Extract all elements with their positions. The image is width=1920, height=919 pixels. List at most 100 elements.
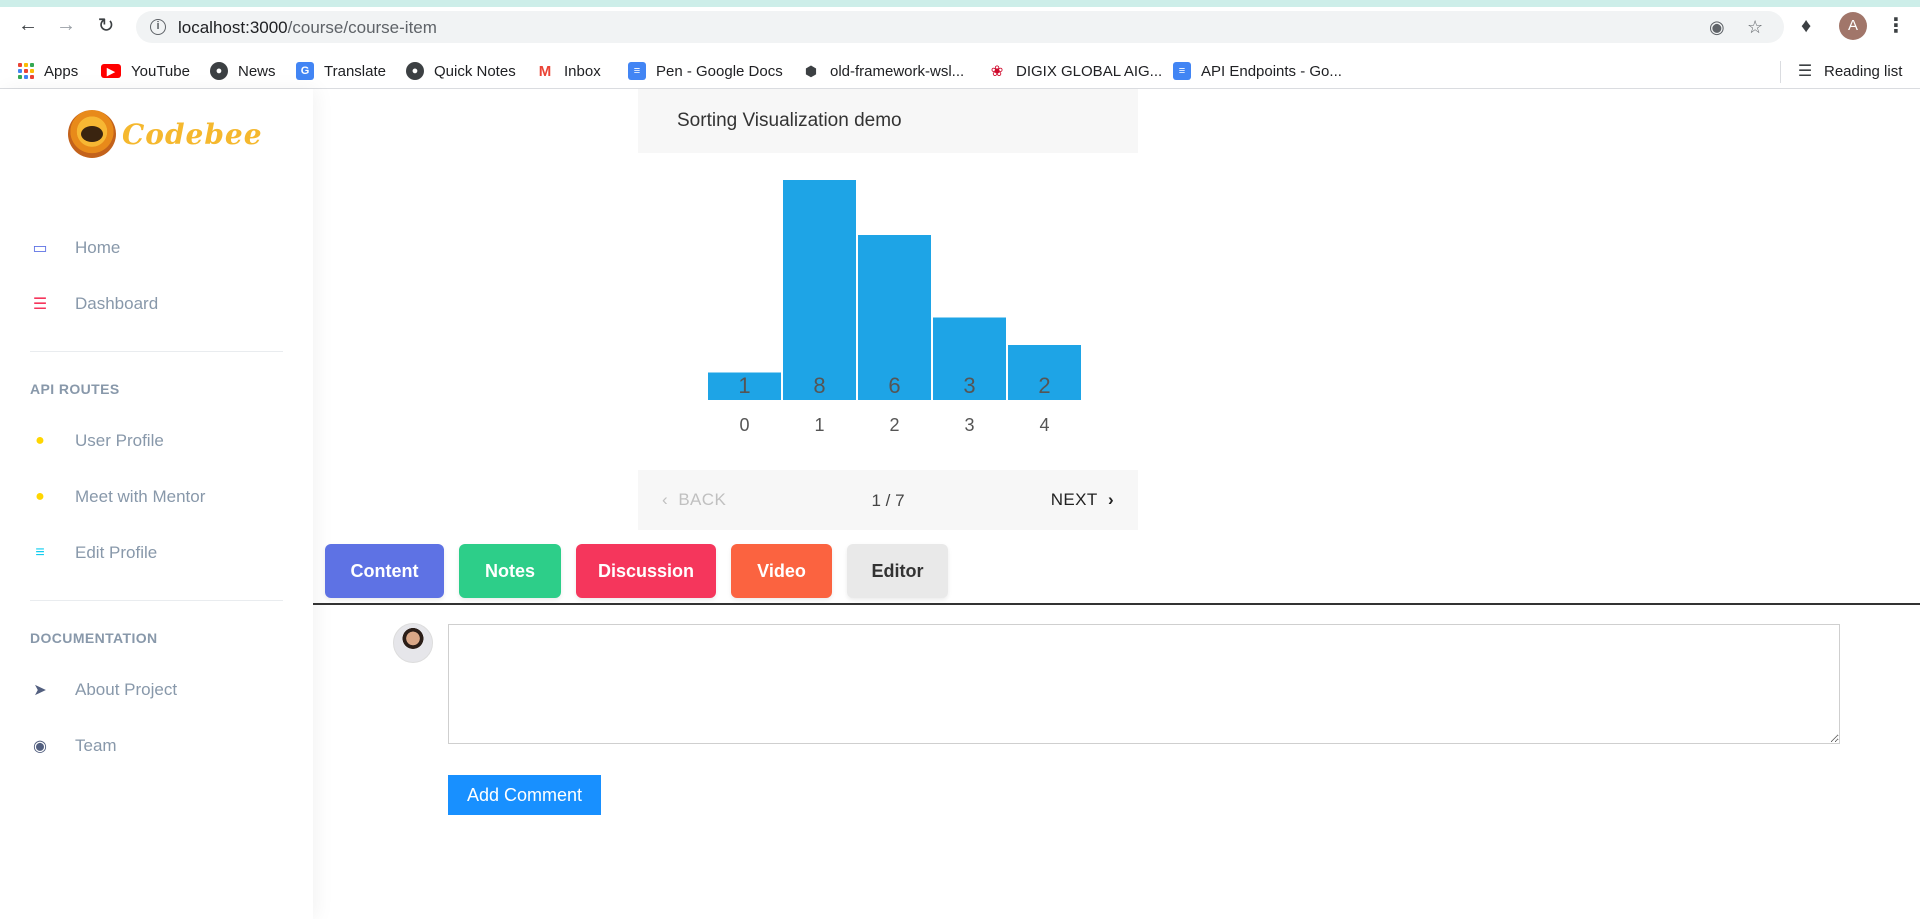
bookmark-pen-docs[interactable]: ≡ Pen - Google Docs [628,59,783,83]
tab-label: Discussion [597,560,695,581]
sidebar-item-label: Home [75,238,121,257]
tab-label: Editor [871,560,924,581]
bookmark-label: Translate [324,62,386,80]
brand-logo[interactable]: Codebee [68,109,263,159]
user-icon: ● [35,432,45,449]
huawei-icon: ❀ [988,62,1006,80]
bookmark-quick-notes[interactable]: ● Quick Notes [406,59,516,83]
user-avatar [393,623,433,663]
step-pager: ‹ BACK 1 / 7 NEXT › [638,470,1138,530]
back-arrow-icon[interactable]: ← [14,11,42,39]
docs-icon: ≡ [1173,62,1191,80]
bookmarks-bar: Apps ▶ YouTube ● News G Translate ● Quic… [0,51,1920,91]
bar-value-label: 2 [1038,373,1050,398]
reading-list-button[interactable]: ☰ Reading list [1796,59,1902,83]
sidebar-item-home[interactable]: ▭ Home [30,233,120,263]
bar-index-label: 4 [1039,415,1049,435]
chart-svg: 1081623324 [708,180,1081,435]
youtube-icon: ▶ [101,64,121,78]
forward-arrow-icon[interactable]: → [52,11,80,39]
bookmark-label: Quick Notes [434,62,516,80]
tab-notes[interactable]: Notes [459,544,561,598]
bee-logo-icon [68,110,116,158]
sidebar-item-label: Team [75,736,117,755]
sidebar-item-meet-with-mentor[interactable]: ● Meet with Mentor [30,482,205,512]
bookmark-youtube[interactable]: ▶ YouTube [101,59,190,83]
tab-label: Video [757,560,806,581]
reading-list-icon: ☰ [1796,62,1814,80]
sidebar-item-label: About Project [75,680,178,699]
bookmark-inbox[interactable]: M Inbox [536,59,601,83]
bookmark-label: DIGIX GLOBAL AIG... [1016,62,1163,80]
section-heading-documentation: DOCUMENTATION [30,630,158,646]
eye-off-icon[interactable]: ◉ [1709,17,1725,38]
menu-dots-icon[interactable]: ⋮ [1886,13,1906,38]
tab-discussion[interactable]: Discussion [576,544,716,598]
bar-value-label: 1 [738,373,750,398]
bookmark-label: Apps [44,62,79,80]
sorting-bar-chart: 1081623324 [638,153,1138,453]
bar-index-label: 3 [964,415,974,435]
bar-index-label: 0 [739,415,749,435]
sidebar-item-label: User Profile [75,431,164,450]
tab-video[interactable]: Video [731,544,832,598]
bullet-list-icon: ≡ [35,544,45,561]
bookmark-label: Pen - Google Docs [656,62,783,80]
reading-list-label: Reading list [1824,62,1903,80]
comment-input[interactable] [448,624,1840,744]
address-bar[interactable]: i localhost:3000/course/course-item ◉ ☆ [136,11,1784,43]
bookmark-news[interactable]: ● News [210,59,276,83]
gmail-icon: M [536,62,554,80]
bar-value-label: 8 [813,373,825,398]
monitor-icon: ▭ [32,240,48,257]
tab-editor[interactable]: Editor [847,544,948,598]
site-info-icon[interactable]: i [150,19,166,35]
sidebar-item-label: Edit Profile [75,543,158,562]
next-button[interactable]: NEXT › [1051,490,1114,510]
reload-icon[interactable]: ↻ [92,11,120,39]
section-heading-api-routes: API ROUTES [30,381,120,397]
tab-label: Content [350,560,419,581]
bookmark-label: News [238,62,276,80]
visualization-title: Sorting Visualization demo [677,110,902,131]
bookmark-label: YouTube [131,62,190,80]
sidebar-divider [30,600,283,601]
sidebar-item-edit-profile[interactable]: ≡ Edit Profile [30,538,157,568]
browser-chrome: ← → ↻ i localhost:3000/course/course-ite… [0,0,1920,89]
chart-bar [783,180,856,400]
bookmark-old-framework[interactable]: ⬢ old-framework-wsl... [802,59,964,83]
url-text: localhost:3000/course/course-item [178,18,437,38]
browser-toolbar: ← → ↻ i localhost:3000/course/course-ite… [0,7,1920,47]
url-host: localhost:3000 [178,18,288,37]
bookmark-translate[interactable]: G Translate [296,59,386,83]
add-comment-button[interactable]: Add Comment [448,775,601,815]
sidebar-item-team[interactable]: ◉ Team [30,731,117,761]
list-icon: ☰ [32,296,48,313]
bookmarks-divider [1780,61,1781,83]
bookmark-label: old-framework-wsl... [830,62,965,80]
extensions-puzzle-icon[interactable]: ♦ [1801,15,1811,38]
translate-icon: G [296,62,314,80]
star-icon[interactable]: ☆ [1747,17,1763,38]
globe-icon: ● [406,62,424,80]
sidebar-item-about-project[interactable]: ➤ About Project [30,675,177,705]
tabs-divider [313,603,1920,605]
visualization-header: Sorting Visualization demo [638,89,1138,153]
bar-value-label: 6 [888,373,900,398]
globe-icon: ● [210,62,228,80]
bookmark-apps[interactable]: Apps [18,59,78,83]
bookmark-api-endpoints[interactable]: ≡ API Endpoints - Go... [1173,59,1342,83]
profile-avatar[interactable]: A [1839,12,1867,40]
sidebar-item-dashboard[interactable]: ☰ Dashboard [30,289,158,319]
tab-content[interactable]: Content [325,544,444,598]
bar-value-label: 3 [963,373,975,398]
bookmark-label: API Endpoints - Go... [1201,62,1342,80]
bar-index-label: 1 [814,415,824,435]
cube-icon: ⬢ [802,62,820,80]
docs-icon: ≡ [628,62,646,80]
sidebar-item-user-profile[interactable]: ● User Profile [30,426,164,456]
rocket-icon: ➤ [33,682,47,699]
main-content: Sorting Visualization demo 1081623324 ‹ … [313,89,1920,919]
bookmark-digix[interactable]: ❀ DIGIX GLOBAL AIG... [988,59,1162,83]
bookmark-label: Inbox [564,62,601,80]
